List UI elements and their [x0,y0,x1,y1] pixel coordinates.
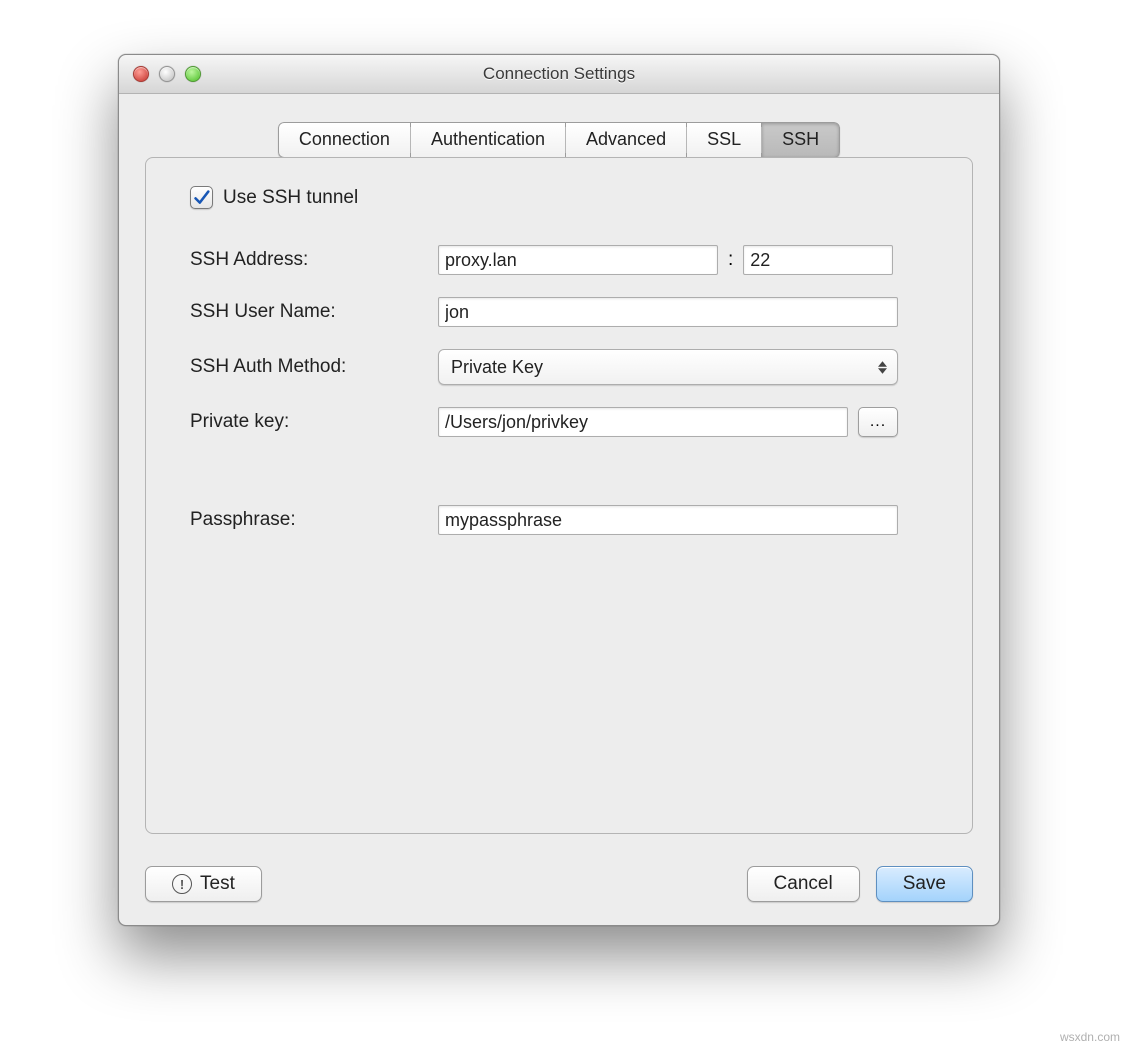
save-button[interactable]: Save [876,866,973,902]
tab-ssh[interactable]: SSH [762,122,840,158]
ssh-port-input[interactable] [743,245,893,275]
private-key-input[interactable] [438,407,848,437]
cancel-button[interactable]: Cancel [747,866,860,902]
tab-advanced[interactable]: Advanced [566,122,687,158]
use-ssh-tunnel-checkbox[interactable] [190,186,213,209]
passphrase-label: Passphrase: [190,509,420,531]
ssh-address-label: SSH Address: [190,249,420,271]
private-key-label: Private key: [190,411,420,433]
connection-settings-window: Connection Settings Connection Authentic… [118,54,1000,926]
tabs: Connection Authentication Advanced SSL S… [278,122,840,158]
passphrase-input[interactable] [438,505,898,535]
titlebar: Connection Settings [119,55,999,94]
ssh-address-input[interactable] [438,245,718,275]
tab-authentication[interactable]: Authentication [411,122,566,158]
ssh-auth-method-select[interactable]: Private Key [438,349,898,385]
ssh-username-label: SSH User Name: [190,301,420,323]
test-button[interactable]: ! Test [145,866,262,902]
exclamation-icon: ! [172,874,192,894]
tab-connection[interactable]: Connection [278,122,411,158]
window-title: Connection Settings [119,64,999,84]
address-port-separator: : [728,249,733,271]
ssh-auth-method-label: SSH Auth Method: [190,356,420,378]
test-button-label: Test [200,873,235,895]
watermark: wsxdn.com [1060,1030,1120,1044]
ssh-username-input[interactable] [438,297,898,327]
ssh-pane: Use SSH tunnel SSH Address: : SSH User N… [145,157,973,834]
browse-private-key-button[interactable]: ... [858,407,898,437]
dialog-footer: ! Test Cancel Save [145,866,973,902]
select-caret-icon [878,361,887,374]
use-ssh-tunnel-label: Use SSH tunnel [223,187,358,209]
ssh-auth-method-value: Private Key [451,357,543,378]
tab-ssl[interactable]: SSL [687,122,762,158]
checkmark-icon [193,189,210,206]
